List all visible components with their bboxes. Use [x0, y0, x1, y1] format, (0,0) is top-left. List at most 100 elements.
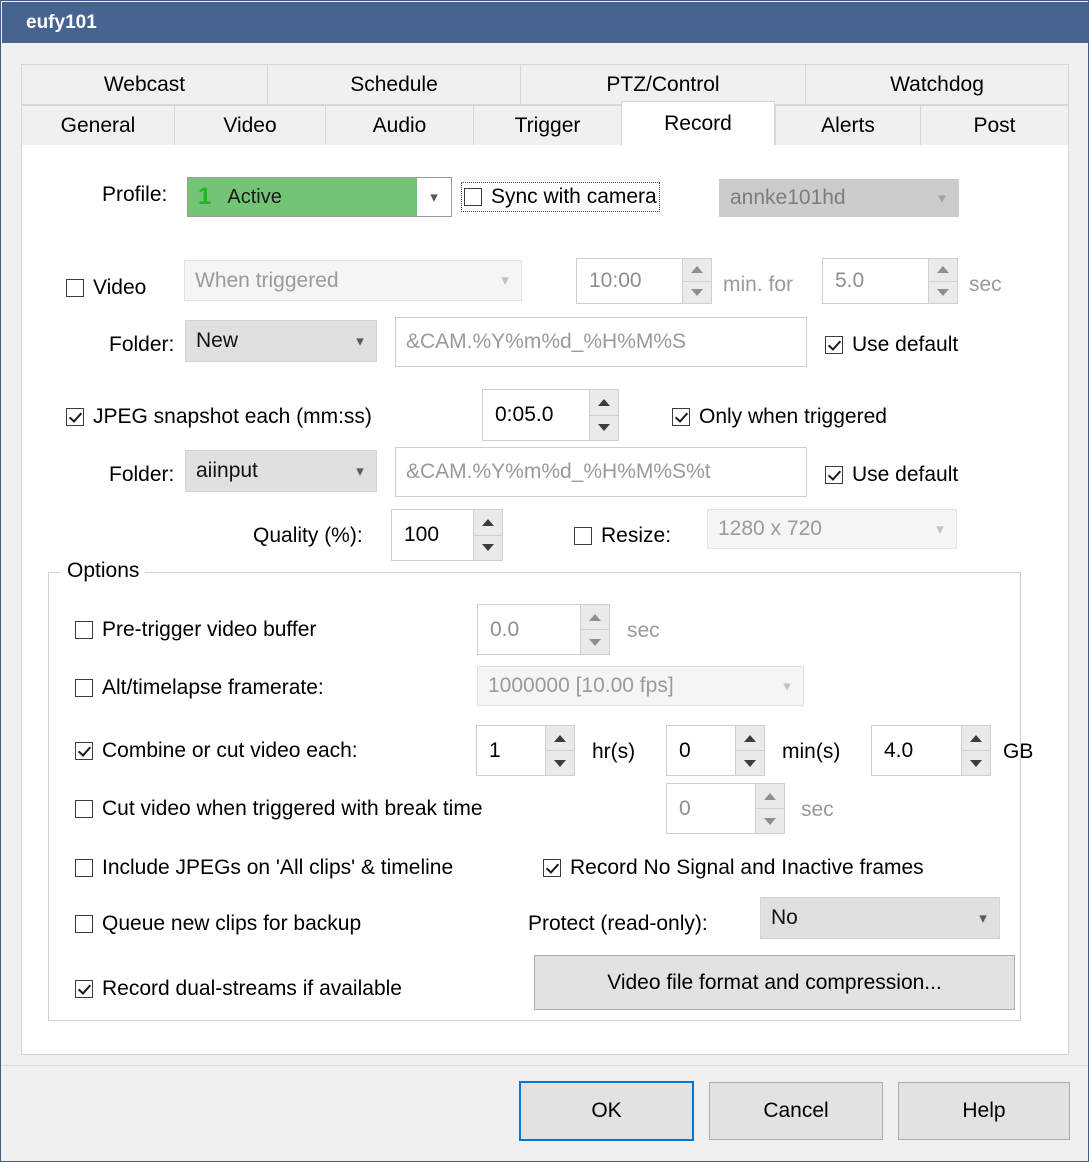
camera-select[interactable]: annke101hd ▾: [719, 179, 959, 217]
cancel-button-label: Cancel: [763, 1099, 829, 1122]
spinner-down-button[interactable]: [683, 282, 711, 304]
combine-minutes-spinner[interactable]: 0: [666, 725, 765, 776]
arrow-up-icon: [744, 734, 756, 742]
pre-trigger-buffer-spinner[interactable]: 0.0: [477, 604, 610, 655]
jpeg-folder-select[interactable]: aiinput ▾: [185, 450, 377, 492]
include-jpegs-checkbox[interactable]: Include JPEGs on 'All clips' & timeline: [75, 856, 453, 880]
queue-backup-checkbox[interactable]: Queue new clips for backup: [75, 912, 361, 936]
tab-trigger[interactable]: Trigger: [473, 105, 621, 146]
spinner-up-button[interactable]: [581, 605, 609, 630]
cut-on-trigger-checkbox[interactable]: Cut video when triggered with break time: [75, 797, 483, 821]
alt-framerate-label: Alt/timelapse framerate:: [102, 676, 324, 699]
combine-size-spinner[interactable]: 4.0: [871, 725, 991, 776]
spinner-buttons[interactable]: [961, 725, 991, 776]
tab-post[interactable]: Post: [920, 105, 1069, 146]
spinner-buttons[interactable]: [545, 725, 575, 776]
spinner-up-button[interactable]: [736, 726, 764, 751]
spinner-up-button[interactable]: [929, 259, 957, 282]
spinner-down-button[interactable]: [929, 282, 957, 304]
help-button[interactable]: Help: [898, 1082, 1070, 1140]
quality-value[interactable]: 100: [391, 509, 473, 561]
only-when-triggered-checkbox[interactable]: Only when triggered: [672, 405, 887, 429]
jpeg-use-default-checkbox[interactable]: Use default: [825, 463, 958, 487]
cut-on-trigger-value[interactable]: 0: [666, 783, 755, 834]
combine-size-value[interactable]: 4.0: [871, 725, 961, 776]
quality-spinner[interactable]: 100: [391, 509, 503, 561]
tab-label: Watchdog: [890, 72, 984, 96]
cut-on-trigger-spinner[interactable]: 0: [666, 783, 785, 834]
spinner-buttons[interactable]: [928, 258, 958, 304]
spinner-up-button[interactable]: [683, 259, 711, 282]
arrow-down-icon: [691, 288, 703, 296]
video-minutes-value[interactable]: 10:00: [576, 258, 682, 304]
video-mode-select[interactable]: When triggered ▾: [184, 260, 522, 301]
record-dual-streams-checkbox[interactable]: Record dual-streams if available: [75, 977, 402, 1001]
combine-hours-spinner[interactable]: 1: [476, 725, 575, 776]
cancel-button[interactable]: Cancel: [709, 1082, 883, 1140]
resize-checkbox[interactable]: Resize:: [574, 524, 671, 548]
tab-general[interactable]: General: [21, 105, 174, 146]
tab-label: Alerts: [821, 113, 875, 137]
spinner-down-button[interactable]: [962, 751, 990, 775]
spinner-up-button[interactable]: [546, 726, 574, 751]
video-seconds-value[interactable]: 5.0: [822, 258, 928, 304]
checkbox-box: [66, 279, 84, 297]
spinner-up-button[interactable]: [474, 510, 502, 536]
spinner-buttons[interactable]: [580, 604, 610, 655]
chevron-down-icon: ▾: [783, 677, 791, 695]
combine-cut-video-checkbox[interactable]: Combine or cut video each:: [75, 739, 358, 763]
video-minutes-spinner[interactable]: 10:00: [576, 258, 712, 304]
spinner-buttons[interactable]: [735, 725, 765, 776]
jpeg-snapshot-checkbox[interactable]: JPEG snapshot each (mm:ss): [66, 405, 372, 429]
spinner-down-button[interactable]: [736, 751, 764, 775]
spinner-buttons[interactable]: [682, 258, 712, 304]
video-file-format-button[interactable]: Video file format and compression...: [534, 955, 1015, 1010]
jpeg-folder-path-input[interactable]: &CAM.%Y%m%d_%H%M%S%t: [395, 447, 807, 497]
spinner-down-button[interactable]: [546, 751, 574, 775]
tab-webcast[interactable]: Webcast: [21, 64, 267, 105]
sync-with-camera-checkbox[interactable]: Sync with camera: [461, 182, 660, 212]
jpeg-interval-spinner[interactable]: 0:05.0: [482, 389, 619, 441]
ok-button[interactable]: OK: [519, 1081, 694, 1141]
queue-backup-label: Queue new clips for backup: [102, 912, 362, 935]
footer-separator: [1, 1065, 1088, 1066]
video-record-checkbox[interactable]: Video: [66, 276, 146, 300]
alt-framerate-select[interactable]: 1000000 [10.00 fps] ▾: [477, 666, 804, 706]
video-seconds-spinner[interactable]: 5.0: [822, 258, 958, 304]
profile-select[interactable]: 1 Active ▾: [187, 177, 452, 217]
chevron-down-icon: ▾: [936, 520, 944, 538]
spinner-buttons[interactable]: [755, 783, 785, 834]
spinner-up-button[interactable]: [590, 390, 618, 416]
tab-row-top: Webcast Schedule PTZ/Control Watchdog: [21, 64, 1069, 105]
jpeg-interval-value[interactable]: 0:05.0: [482, 389, 589, 441]
spinner-down-button[interactable]: [581, 630, 609, 654]
tab-audio[interactable]: Audio: [325, 105, 473, 146]
tab-schedule[interactable]: Schedule: [267, 64, 520, 105]
spinner-down-button[interactable]: [474, 536, 502, 561]
video-folder-path-input[interactable]: &CAM.%Y%m%d_%H%M%S: [395, 317, 807, 367]
spinner-up-button[interactable]: [962, 726, 990, 751]
arrow-up-icon: [554, 734, 566, 742]
record-no-signal-checkbox[interactable]: Record No Signal and Inactive frames: [543, 856, 924, 880]
video-folder-select[interactable]: New ▾: [185, 320, 377, 362]
tab-record[interactable]: Record: [621, 101, 775, 146]
video-use-default-checkbox[interactable]: Use default: [825, 333, 958, 357]
protect-select[interactable]: No ▾: [760, 897, 1000, 939]
tab-alerts[interactable]: Alerts: [775, 105, 920, 146]
tab-watchdog[interactable]: Watchdog: [805, 64, 1069, 105]
tab-label: Record: [664, 111, 732, 135]
spinner-up-button[interactable]: [756, 784, 784, 809]
tab-ptz-control[interactable]: PTZ/Control: [520, 64, 805, 105]
spinner-buttons[interactable]: [473, 509, 503, 561]
pre-trigger-buffer-value[interactable]: 0.0: [477, 604, 580, 655]
pre-trigger-buffer-checkbox[interactable]: Pre-trigger video buffer: [75, 618, 316, 642]
combine-hours-value[interactable]: 1: [476, 725, 545, 776]
video-use-default-label: Use default: [852, 333, 959, 356]
spinner-down-button[interactable]: [590, 416, 618, 441]
resize-select[interactable]: 1280 x 720 ▾: [707, 509, 957, 549]
spinner-buttons[interactable]: [589, 389, 619, 441]
combine-minutes-value[interactable]: 0: [666, 725, 735, 776]
spinner-down-button[interactable]: [756, 809, 784, 833]
alt-framerate-checkbox[interactable]: Alt/timelapse framerate:: [75, 676, 324, 700]
tab-video[interactable]: Video: [174, 105, 325, 146]
